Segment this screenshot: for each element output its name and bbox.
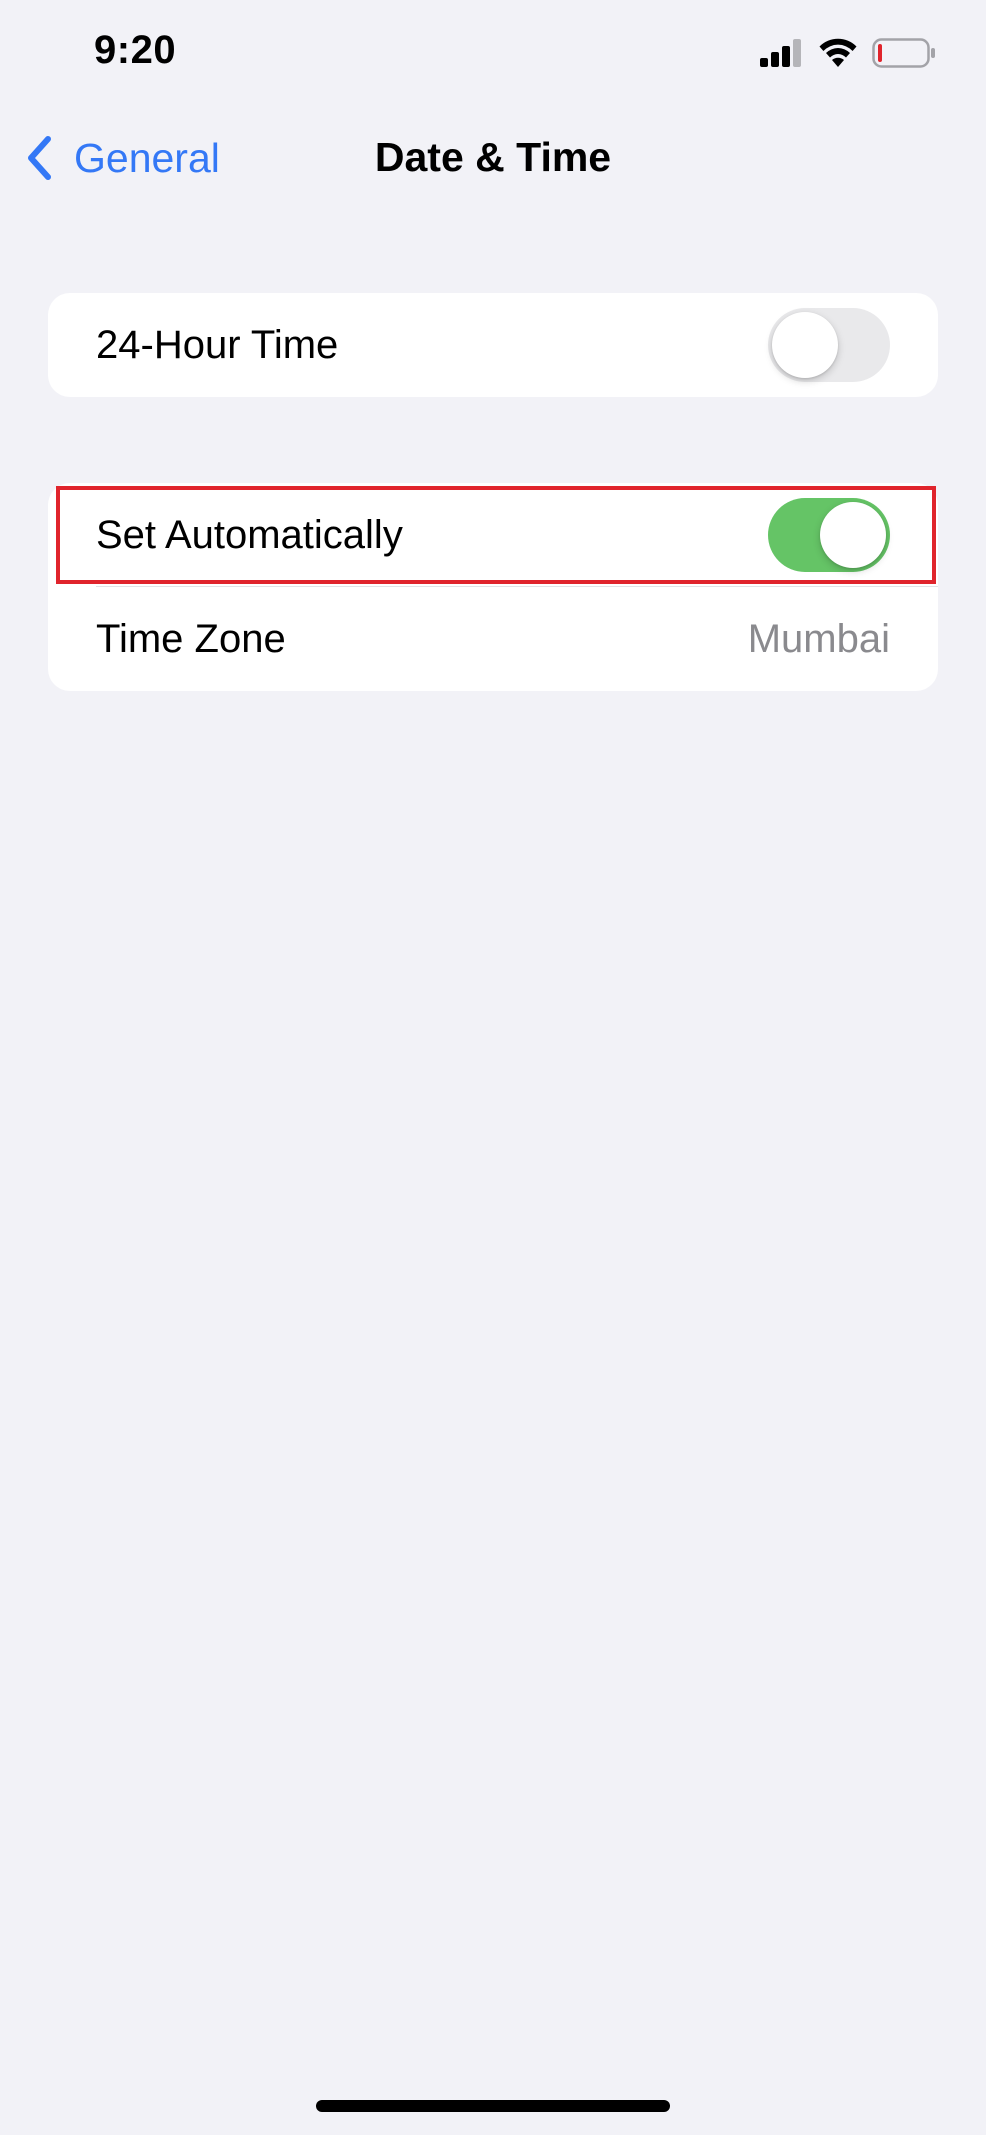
signal-icon	[760, 39, 801, 67]
nav-bar: General Date & Time	[0, 110, 986, 206]
toggle-24-hour-time[interactable]	[768, 308, 890, 382]
row-24-hour-time: 24-Hour Time	[48, 293, 938, 397]
row-set-automatically: Set Automatically	[48, 483, 938, 587]
page-title: Date & Time	[374, 134, 612, 180]
row-label-time-zone: Time Zone	[96, 616, 286, 661]
row-label-24-hour-time: 24-Hour Time	[96, 322, 339, 367]
settings-group-date-time: Set Automatically Time Zone Mumbai	[48, 483, 938, 691]
toggle-knob	[772, 312, 838, 378]
toggle-set-automatically[interactable]	[768, 498, 890, 572]
row-time-zone[interactable]: Time Zone Mumbai	[48, 587, 938, 691]
toggle-knob	[820, 502, 886, 568]
home-indicator	[316, 2100, 670, 2112]
row-label-set-automatically: Set Automatically	[96, 512, 403, 557]
settings-group-time-format: 24-Hour Time	[48, 293, 938, 397]
status-time: 9:20	[94, 28, 177, 72]
battery-icon	[872, 38, 935, 68]
status-icons	[760, 36, 936, 70]
time-zone-value: Mumbai	[747, 616, 890, 661]
wifi-icon	[819, 38, 857, 67]
status-bar: 9:20	[0, 0, 986, 110]
